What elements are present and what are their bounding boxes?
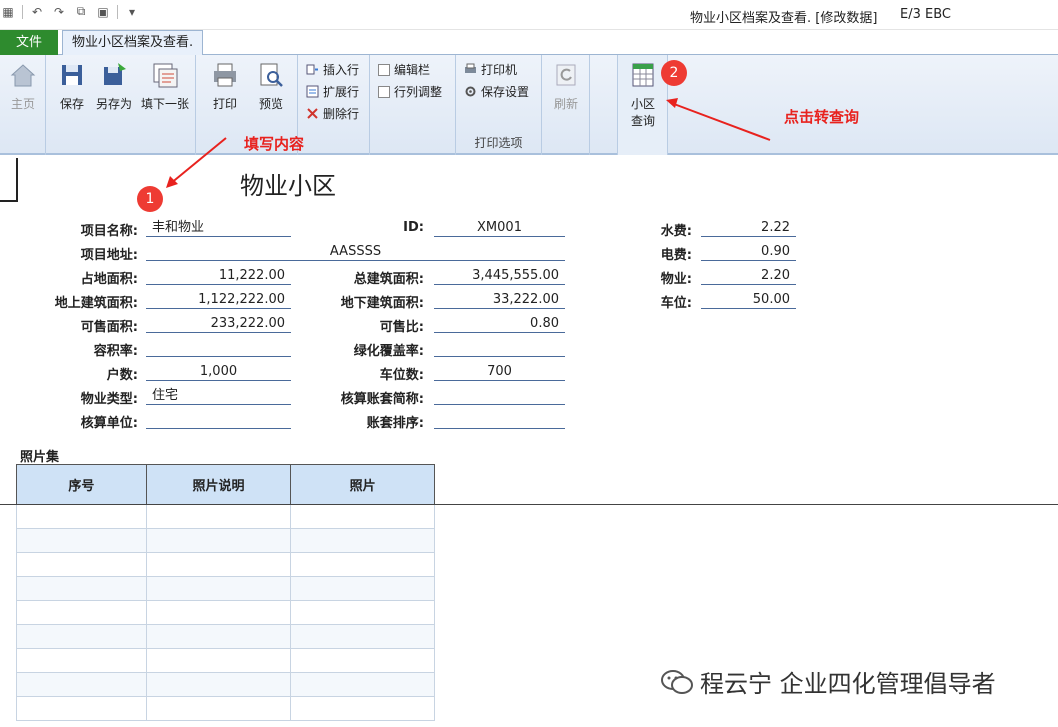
table-cell[interactable] [290,624,435,649]
table-cell[interactable] [145,696,292,721]
total-area-field[interactable]: 3,445,555.00 [434,267,565,285]
sale-ratio-label: 可售比: [379,320,424,335]
annotation-badge-1: 1 [137,186,163,212]
land-area-label: 占地面积: [80,272,138,287]
arrow-to-form [169,137,227,185]
table-cell[interactable] [290,696,435,721]
property-type-label: 物业类型: [80,392,138,407]
table-cell[interactable] [290,552,435,577]
cell-cursor-mark [0,158,18,202]
table-cell[interactable] [145,600,292,625]
table-row[interactable] [16,504,435,529]
electric-fee-field[interactable]: 0.90 [701,243,796,261]
table-cell[interactable] [16,648,147,673]
parking-fee-field[interactable]: 50.00 [701,291,796,309]
account-unit-field[interactable] [146,411,291,429]
table-cell[interactable] [290,600,435,625]
table-row[interactable] [16,696,435,721]
account-order-field[interactable] [434,411,565,429]
photos-col-description[interactable]: 照片说明 [145,464,292,505]
table-row[interactable] [16,528,435,553]
photos-table: 序号 照片说明 照片 [16,464,435,721]
table-cell[interactable] [145,672,292,697]
table-cell[interactable] [145,576,292,601]
table-row[interactable] [16,600,435,625]
address-field[interactable]: AASSSS [146,243,565,261]
table-row[interactable] [16,648,435,673]
green-ratio-field[interactable] [434,339,565,357]
arrow-to-query [673,103,771,141]
table-cell[interactable] [145,648,292,673]
account-order-label: 账套排序: [366,416,424,431]
underground-area-label: 地下建筑面积: [340,296,424,311]
annotation-badge-2: 2 [661,60,687,86]
photos-table-body [16,504,435,721]
table-cell[interactable] [290,528,435,553]
account-abbr-label: 核算账套简称: [340,392,424,407]
table-cell[interactable] [145,624,292,649]
table-row[interactable] [16,672,435,697]
underground-area-field[interactable]: 33,222.00 [434,291,565,309]
watermark: 程云宁 企业四化管理倡导者 [660,664,996,699]
account-abbr-field[interactable] [434,387,565,405]
wechat-icon [661,669,693,694]
table-cell[interactable] [16,696,147,721]
table-cell[interactable] [290,672,435,697]
table-cell[interactable] [16,504,147,529]
id-label: ID: [403,220,424,235]
photos-col-index[interactable]: 序号 [16,464,147,505]
table-row[interactable] [16,624,435,649]
households-label: 户数: [106,368,138,383]
page-break-line [0,504,1058,505]
green-ratio-label: 绿化覆盖率: [353,344,424,359]
property-type-field[interactable]: 住宅 [146,387,291,405]
arrow-head-query [666,98,678,108]
households-field[interactable]: 1,000 [146,363,291,381]
table-cell[interactable] [16,552,147,577]
property-fee-field[interactable]: 2.20 [701,267,796,285]
above-area-field[interactable]: 1,122,222.00 [146,291,291,309]
parking-fee-label: 车位: [660,296,692,311]
land-area-field[interactable]: 11,222.00 [146,267,291,285]
table-cell[interactable] [145,552,292,577]
table-cell[interactable] [145,504,292,529]
table-cell[interactable] [16,600,147,625]
table-cell[interactable] [16,528,147,553]
annotation-click-query: 点击转查询 [784,108,860,126]
project-name-label: 项目名称: [80,224,138,239]
photos-table-header-row: 序号 照片说明 照片 [16,464,435,505]
photos-col-photo[interactable]: 照片 [290,464,435,505]
table-cell[interactable] [16,576,147,601]
parking-count-label: 车位数: [379,368,424,383]
plot-ratio-field[interactable] [146,339,291,357]
water-fee-field[interactable]: 2.22 [701,219,796,237]
water-fee-label: 水费: [660,224,692,239]
table-cell[interactable] [290,576,435,601]
total-area-label: 总建筑面积: [353,272,424,287]
table-cell[interactable] [290,504,435,529]
table-cell[interactable] [290,648,435,673]
sale-area-label: 可售面积: [80,320,138,335]
account-unit-label: 核算单位: [80,416,138,431]
table-cell[interactable] [16,672,147,697]
table-cell[interactable] [145,528,292,553]
sale-ratio-field[interactable]: 0.80 [434,315,565,333]
project-name-field[interactable]: 丰和物业 [146,219,291,237]
plot-ratio-label: 容积率: [93,344,138,359]
form-title: 物业小区 [240,172,336,200]
watermark-text: 程云宁 企业四化管理倡导者 [700,670,996,698]
above-area-label: 地上建筑面积: [54,296,138,311]
property-fee-label: 物业: [660,272,692,287]
electric-fee-label: 电费: [660,248,692,263]
table-row[interactable] [16,552,435,577]
photos-section-label: 照片集 [20,450,60,465]
annotation-fill-content: 填写内容 [244,135,305,153]
id-field[interactable]: XM001 [434,219,565,237]
address-label: 项目地址: [80,248,138,263]
sale-area-field[interactable]: 233,222.00 [146,315,291,333]
table-row[interactable] [16,576,435,601]
table-cell[interactable] [16,624,147,649]
parking-count-field[interactable]: 700 [434,363,565,381]
